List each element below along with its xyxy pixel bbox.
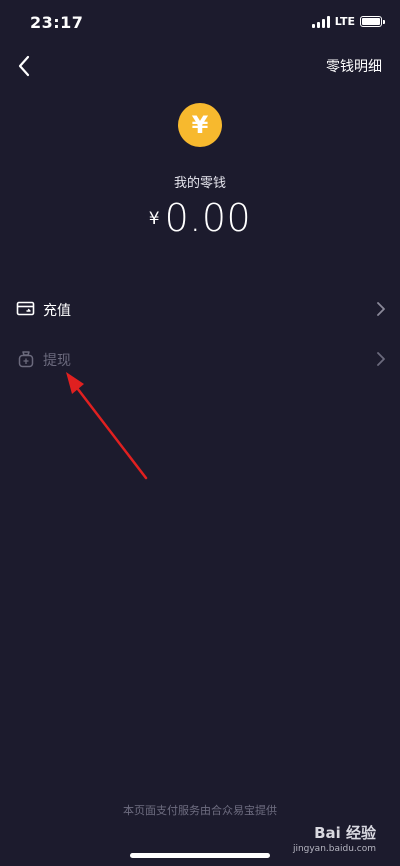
card-icon [16, 301, 35, 316]
status-bar: 23:17 LTE [0, 0, 400, 44]
amount-value: 0.00 [164, 196, 252, 240]
watermark: Bai 经验 jingyan.baidu.com [293, 822, 376, 854]
balance-label: 我的零钱 [173, 176, 226, 191]
home-indicator[interactable] [130, 853, 270, 858]
signal-icon [311, 15, 330, 28]
menu-item-label: 提现 [43, 353, 71, 369]
yuan-coin-icon: ¥ [178, 103, 222, 147]
menu-item-recharge[interactable]: 充值 [0, 287, 400, 331]
status-indicators: LTE [311, 15, 385, 28]
watermark-url: jingyan.baidu.com [292, 844, 376, 854]
battery-icon [360, 16, 385, 27]
chevron-right-icon [377, 352, 385, 366]
currency-symbol: ¥ [148, 209, 160, 229]
balance-amount: ¥0.00 [0, 196, 400, 240]
watermark-logo: Bai 经验 [314, 824, 376, 842]
chevron-right-icon [377, 302, 385, 316]
menu-item-withdraw[interactable]: 提现 [0, 337, 400, 381]
chevron-left-icon [18, 55, 30, 77]
status-time: 23:17 [30, 13, 84, 32]
menu-item-label: 充值 [43, 303, 71, 319]
money-bag-icon [18, 351, 34, 368]
payment-provider-note: 本页面支付服务由合众易宝提供 [123, 804, 277, 817]
network-label: LTE [334, 15, 355, 28]
change-details-link[interactable]: 零钱明细 [326, 56, 382, 76]
nav-bar: 零钱明细 [0, 44, 400, 88]
back-button[interactable] [8, 48, 40, 84]
